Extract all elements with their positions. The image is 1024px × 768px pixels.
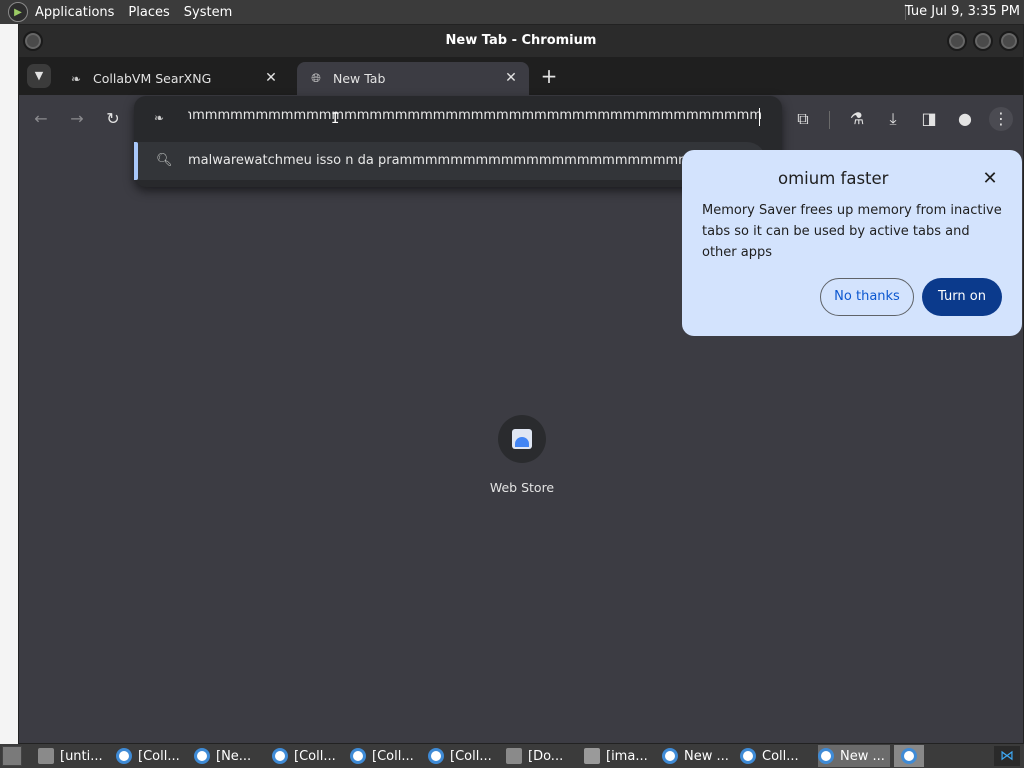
vscode-icon[interactable]: ⋈ <box>994 746 1020 766</box>
close-window-button[interactable] <box>999 31 1019 51</box>
system-menu[interactable]: System <box>184 5 232 20</box>
top-panel: ▶ Applications Places System Tue Jul 9, … <box>0 0 1024 24</box>
tab-search-button[interactable]: ▼ <box>27 64 51 88</box>
toolbar-separator <box>829 111 830 129</box>
close-icon[interactable]: ✕ <box>980 169 1000 189</box>
folder-icon <box>38 748 54 764</box>
maximize-button[interactable] <box>973 31 993 51</box>
bubble-title: omium faster <box>778 169 889 188</box>
selection-indicator <box>134 142 138 180</box>
chevron-down-icon: ▼ <box>34 69 44 82</box>
ibeam-cursor-icon: I <box>331 111 340 127</box>
taskbar-item[interactable]: [Coll... <box>350 745 422 767</box>
no-thanks-button[interactable]: No thanks <box>820 278 914 316</box>
kebab-menu-icon[interactable]: ⋮ <box>989 107 1013 131</box>
chromium-icon <box>740 748 756 764</box>
distro-logo-icon[interactable]: ▶ <box>8 2 28 22</box>
taskbar-item[interactable]: [Coll... <box>116 745 188 767</box>
chromium-icon <box>350 748 366 764</box>
tab-title: CollabVM SearXNG <box>93 71 212 86</box>
omnibox-suggestion[interactable]: 🔍︎ malwarewatchmeu isso n da prammmmmmmm… <box>134 142 766 180</box>
chromium-icon <box>428 748 444 764</box>
download-icon[interactable]: ⤓ <box>881 107 905 131</box>
shortcut-web-store[interactable]: Web Store <box>479 415 565 505</box>
close-tab-icon[interactable]: ✕ <box>263 70 279 86</box>
tab-collabvm-searxng[interactable]: ❧ CollabVM SearXNG ✕ <box>57 62 289 95</box>
folder-icon <box>506 748 522 764</box>
close-tab-icon[interactable]: ✕ <box>503 70 519 86</box>
bottom-taskbar: [unti... [Coll... [Ne... [Coll... [Coll.… <box>0 744 1024 768</box>
new-tab-button[interactable]: + <box>537 65 561 89</box>
chromium-icon <box>818 748 834 764</box>
image-viewer-icon <box>584 748 600 764</box>
chromium-icon <box>194 748 210 764</box>
side-panel-icon[interactable]: ◨ <box>917 107 941 131</box>
web-store-icon <box>512 429 532 449</box>
taskbar-item[interactable]: New ... <box>662 745 734 767</box>
tab-new-tab[interactable]: 🌐︎ New Tab ✕ <box>297 62 529 95</box>
places-menu[interactable]: Places <box>128 5 169 20</box>
taskbar-item[interactable]: [ima... <box>584 745 656 767</box>
taskbar-item[interactable]: [Do... <box>506 745 578 767</box>
reload-icon[interactable]: ↻ <box>101 107 125 131</box>
chromium-icon <box>662 748 678 764</box>
chromium-icon <box>272 748 288 764</box>
taskbar-item-active[interactable]: New ... <box>818 745 890 767</box>
bubble-body: Memory Saver frees up memory from inacti… <box>702 203 1002 260</box>
extensions-puzzle-icon[interactable]: ⧉ <box>791 107 815 131</box>
turn-on-button[interactable]: Turn on <box>922 278 1002 316</box>
back-arrow-icon[interactable]: ← <box>29 107 53 131</box>
globe-icon: 🌐︎ <box>311 71 321 85</box>
taskbar-item[interactable]: [unti... <box>38 745 110 767</box>
searxng-favicon-icon: ❧ <box>154 111 165 125</box>
taskbar-item[interactable]: [Coll... <box>272 745 344 767</box>
search-icon: 🔍︎ <box>156 153 173 168</box>
memory-saver-bubble: omium faster ✕ Memory Saver frees up mem… <box>682 150 1022 336</box>
suggestion-text: malwarewatchmeu isso n da prammmmmmmmmmm… <box>188 153 760 168</box>
taskbar-launcher[interactable] <box>894 745 924 767</box>
window-menu-button[interactable] <box>23 31 43 51</box>
chromium-icon <box>116 748 132 764</box>
profile-avatar-icon[interactable]: ● <box>953 107 977 131</box>
show-desktop-icon[interactable] <box>2 746 22 766</box>
taskbar-item[interactable]: Coll... <box>740 745 812 767</box>
labs-flask-icon[interactable]: ⚗ <box>845 107 869 131</box>
applications-menu[interactable]: Applications <box>35 5 114 20</box>
address-bar-input[interactable]: nmmmmmmmmmmmmmmmmmmmmmmmmmmmmmmmmmmmmmmm… <box>188 108 762 128</box>
window-title: New Tab - Chromium <box>445 33 597 48</box>
chromium-icon <box>901 748 917 764</box>
text-caret <box>759 108 760 126</box>
desktop-edge <box>0 24 18 744</box>
minimize-button[interactable] <box>947 31 967 51</box>
searxng-favicon-icon: ❧ <box>70 71 82 86</box>
taskbar-item[interactable]: [Coll... <box>428 745 500 767</box>
taskbar-item[interactable]: [Ne... <box>194 745 266 767</box>
tab-strip: ▼ ❧ CollabVM SearXNG ✕ 🌐︎ New Tab ✕ + <box>19 57 1023 95</box>
window-titlebar[interactable]: New Tab - Chromium <box>19 25 1023 57</box>
forward-arrow-icon[interactable]: → <box>65 107 89 131</box>
shortcut-label: Web Store <box>489 480 555 495</box>
panel-clock[interactable]: Tue Jul 9, 3:35 PM <box>905 4 1020 19</box>
tab-title: New Tab <box>333 71 386 86</box>
